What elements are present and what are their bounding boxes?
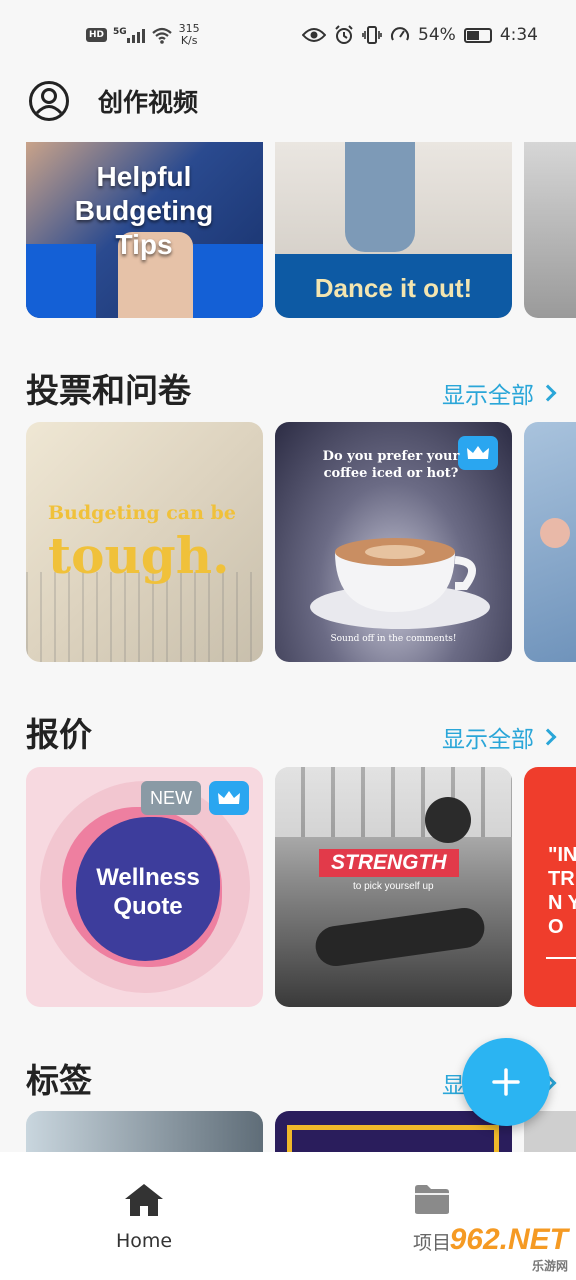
create-fab-button[interactable]	[462, 1038, 550, 1126]
template-card-wellness-quote[interactable]: NEW Wellness Quote	[26, 767, 263, 1007]
page-title: 创作视频	[98, 88, 199, 117]
template-card-dance[interactable]: Dance it out!	[275, 142, 512, 318]
chevron-right-icon	[539, 384, 557, 402]
card-text-line2: tough.	[48, 526, 230, 585]
plus-icon	[492, 1068, 520, 1096]
status-left: HD 5G 315 K/s	[86, 23, 200, 47]
nav-label-projects: 项目	[412, 1232, 451, 1254]
status-right: 54% 4:34	[302, 25, 538, 45]
template-card-budgeting-tough[interactable]: Budgeting can be tough.	[26, 422, 263, 662]
coffee-cup-image	[310, 538, 490, 629]
eye-icon	[302, 28, 327, 42]
quotes-row: NEW Wellness Quote STRENGTH to pick your…	[26, 767, 576, 1007]
top-template-row: Helpful Budgeting Tips Dance it out!	[26, 142, 576, 318]
poll-footer: Sound off in the comments!	[330, 634, 457, 644]
crown-icon	[218, 791, 240, 804]
bottom-navigation: Home 项目 962.NET 乐游网	[0, 1152, 576, 1280]
premium-badge	[209, 781, 249, 815]
watermark-main: 962.NET	[449, 1223, 568, 1256]
template-card-partial-poll[interactable]	[524, 422, 576, 662]
template-card-tag-1[interactable]	[26, 1111, 263, 1152]
section-title-polls: 投票和问卷	[26, 371, 191, 410]
card-text-line1: Budgeting can be	[48, 502, 236, 524]
speedometer-icon	[391, 27, 410, 41]
nav-label-home: Home	[115, 1230, 173, 1252]
show-all-label: 显示全部	[442, 727, 534, 753]
site-watermark: 962.NET 乐游网	[450, 1223, 568, 1274]
battery-icon	[463, 27, 492, 43]
section-title-tags: 标签	[26, 1061, 92, 1100]
nav-item-home[interactable]: Home	[0, 1152, 288, 1280]
alarm-icon	[335, 25, 353, 44]
card-text: "IN TR IN YO	[548, 844, 576, 938]
speed-unit: K/s	[180, 34, 198, 47]
clock: 4:34	[499, 25, 538, 45]
new-badge: NEW	[141, 781, 201, 815]
network-speed: 315 K/s	[179, 23, 200, 47]
poll-question: Do you prefer your coffee iced or hot?	[322, 449, 460, 481]
folder-icon	[415, 1185, 449, 1214]
chevron-right-icon	[539, 728, 557, 746]
show-all-quotes-link[interactable]: 显示全部	[442, 720, 557, 754]
show-all-label: 显示全部	[442, 383, 534, 409]
template-card-strength[interactable]: STRENGTH to pick yourself up	[275, 767, 512, 1007]
watermark-sub: 乐游网	[531, 1259, 568, 1273]
vibrate-icon	[362, 26, 382, 44]
status-bar: HD 5G 315 K/s 54% 4:34	[0, 0, 576, 70]
home-icon	[125, 1184, 163, 1216]
battery-percent: 54%	[418, 25, 456, 45]
template-card-tag-2[interactable]	[275, 1111, 512, 1152]
signal-icon: 5G	[113, 27, 145, 43]
wifi-icon	[151, 27, 172, 44]
app-header: 创作视频	[0, 76, 576, 126]
hd-badge: HD	[86, 28, 108, 42]
card-headline: STRENGTH	[319, 849, 459, 877]
card-subtext: to pick yourself up	[353, 881, 434, 892]
template-card-budgeting-tips[interactable]: Helpful Budgeting Tips	[26, 142, 263, 318]
card-text: Wellness Quote	[96, 864, 200, 920]
section-title-quotes: 报价	[26, 715, 92, 754]
template-card-partial-quote[interactable]: "IN TR IN YO	[524, 767, 576, 1007]
account-icon[interactable]	[28, 80, 70, 122]
card-text: Dance it out!	[314, 273, 473, 303]
signal-type: 5G	[113, 27, 127, 37]
card-text: Helpful Budgeting Tips	[74, 161, 214, 260]
polls-row: Budgeting can be tough. Do you prefer yo…	[26, 422, 576, 662]
template-card-coffee-poll[interactable]: Do you prefer your coffee iced or hot? S…	[275, 422, 512, 662]
template-card-partial[interactable]	[524, 142, 576, 318]
show-all-polls-link[interactable]: 显示全部	[442, 376, 557, 410]
